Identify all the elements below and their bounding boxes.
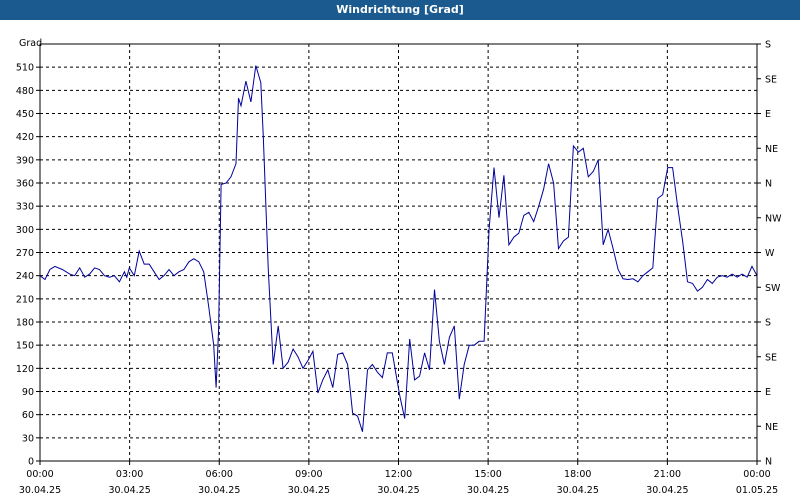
y-tick-label: 300: [16, 225, 34, 236]
x-axis-time: 00:00 30.04.25 03:00 30.04.25 06:00 30.04.25 0…: [19, 461, 778, 496]
y2-tick-label: S: [765, 318, 771, 329]
y2-tick-label: N: [765, 179, 772, 190]
y-tick-label: 240: [16, 271, 34, 282]
x-tick-date: 30.04.25: [557, 485, 599, 496]
y-tick-label: 390: [16, 155, 34, 166]
y2-tick-label: N: [765, 457, 772, 468]
y2-tick-label: S: [765, 40, 771, 51]
y2-tick-label: NW: [765, 213, 782, 224]
x-tick-date: 30.04.25: [377, 485, 419, 496]
y2-tick-label: NE: [765, 144, 778, 155]
y-axis-label: Grad: [19, 38, 42, 49]
x-tick-time: 09:00: [295, 469, 322, 480]
y-tick-label: 150: [16, 341, 34, 352]
x-tick-time: 00:00: [26, 469, 53, 480]
y-tick-label: 420: [16, 132, 34, 143]
x-tick-date: 30.04.25: [19, 485, 61, 496]
y-tick-label: 450: [16, 109, 34, 120]
y-tick-label: 120: [16, 364, 34, 375]
wind-direction-chart: 0 30 60 90 120 150 180 210 240 270 300 330 360 390 420…: [16, 38, 782, 496]
y-tick-label: 510: [16, 63, 34, 74]
y-axis-degrees: 0 30 60 90 120 150 180 210 240 270 300 330 360 390 420…: [16, 63, 40, 468]
y-tick-label: 30: [22, 433, 34, 444]
y2-tick-label: SW: [765, 283, 781, 294]
x-tick-date: 01.05.25: [736, 485, 778, 496]
x-tick-date: 30.04.25: [646, 485, 688, 496]
chart-window: Windrichtung [Grad] 0 30 60 90 120 150 180 210 2…: [0, 0, 800, 500]
y2-tick-label: NE: [765, 422, 778, 433]
y-tick-label: 270: [16, 248, 34, 259]
x-tick-date: 30.04.25: [198, 485, 240, 496]
y-tick-label: 360: [16, 179, 34, 190]
y-tick-label: 90: [22, 387, 34, 398]
y-tick-label: 480: [16, 86, 34, 97]
y-tick-label: 60: [22, 410, 34, 421]
x-tick-time: 00:00: [743, 469, 770, 480]
x-tick-time: 03:00: [116, 469, 143, 480]
x-tick-date: 30.04.25: [467, 485, 509, 496]
x-tick-date: 30.04.25: [108, 485, 150, 496]
y-axis-compass: N NE E SE S SW W NW N NE E SE S: [757, 40, 782, 468]
window-title: Windrichtung [Grad]: [0, 0, 800, 20]
x-tick-time: 06:00: [206, 469, 233, 480]
y2-tick-label: E: [765, 109, 771, 120]
y-tick-label: 0: [28, 457, 34, 468]
x-tick-time: 18:00: [564, 469, 591, 480]
y-tick-label: 330: [16, 202, 34, 213]
x-tick-time: 15:00: [474, 469, 501, 480]
x-tick-date: 30.04.25: [288, 485, 330, 496]
y2-tick-label: W: [765, 248, 775, 259]
y2-tick-label: SE: [765, 352, 777, 363]
y-tick-label: 210: [16, 294, 34, 305]
x-tick-time: 21:00: [654, 469, 681, 480]
x-tick-time: 12:00: [385, 469, 412, 480]
y-tick-label: 180: [16, 318, 34, 329]
y2-tick-label: E: [765, 387, 771, 398]
y2-tick-label: SE: [765, 74, 777, 85]
